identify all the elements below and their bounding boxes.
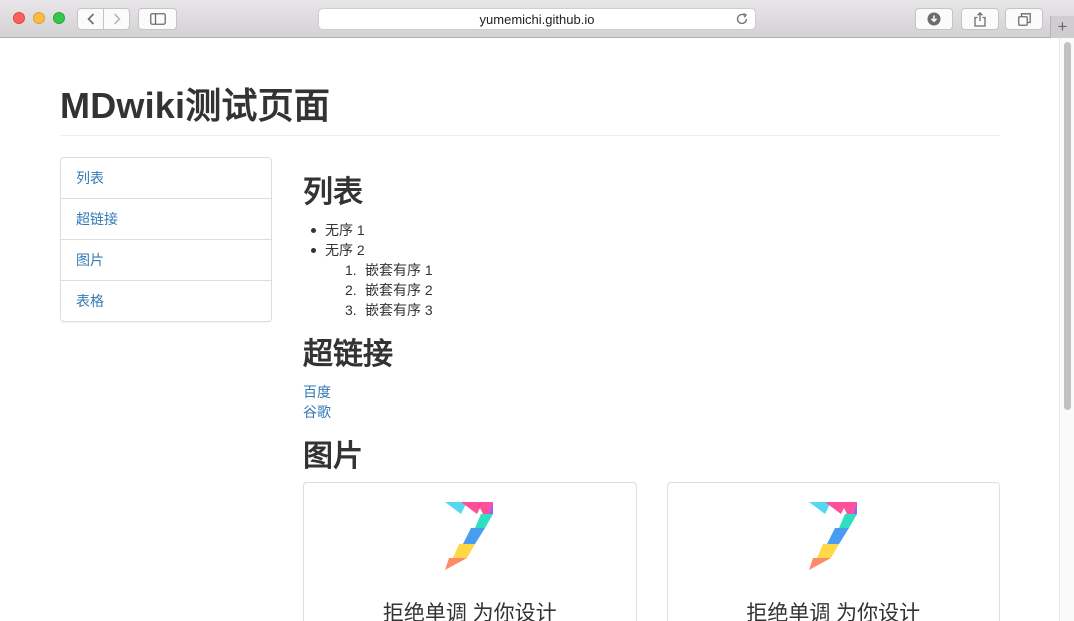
browser-toolbar: yumemichi.github.io + [0,0,1074,38]
chevron-left-icon [86,13,94,25]
seven-logo-icon [808,502,857,570]
sidebar-item-list[interactable]: 列表 [61,158,271,199]
ordered-text: 嵌套有序 1 [365,262,433,278]
sidebar-item-images[interactable]: 图片 [61,240,271,281]
page-title: MDwiki测试页面 [60,85,331,126]
ordered-text: 嵌套有序 3 [365,302,433,318]
image-caption: 拒绝单调 为你设计 [746,602,921,621]
image-card[interactable]: 拒绝单调 为你设计 [303,482,637,621]
list-item: 无序 1 [311,220,1000,240]
back-button[interactable] [77,8,104,30]
close-window-button[interactable] [13,12,25,24]
tabs-icon [1017,12,1031,26]
image-card[interactable]: 拒绝单调 为你设计 [666,482,1000,621]
main-content: 列表 无序 1 无序 2 1. 嵌套有序 1 2. 嵌套有序 2 3. 嵌套有序 3 … [303,174,1000,621]
sidebar-nav: 列表 超链接 图片 表格 [60,157,272,322]
new-tab-button[interactable]: + [1050,16,1074,38]
section-heading-links: 超链接 [303,338,393,371]
ordered-number: 2. [345,282,357,298]
download-icon [927,12,941,26]
title-divider [60,135,1000,136]
zoom-window-button[interactable] [53,12,65,24]
image-gallery: 拒绝单调 为你设计 拒绝单调 为你设计 [303,482,1000,621]
show-tabs-button[interactable] [1005,8,1043,30]
sidebar-icon [149,13,166,25]
address-text: yumemichi.github.io [479,11,595,27]
sidebar-item-table[interactable]: 表格 [61,281,271,321]
chevron-right-icon [113,13,121,25]
address-bar[interactable]: yumemichi.github.io [318,8,756,30]
ordered-text: 嵌套有序 2 [365,282,433,298]
link-baidu[interactable]: 百度 [303,382,1000,402]
web-page: MDwiki测试页面 列表 超链接 图片 表格 列表 无序 1 无序 2 1. 嵌… [0,39,1058,621]
ordered-list-item: 3. 嵌套有序 3 [345,300,1000,320]
downloads-button[interactable] [915,8,953,30]
ordered-number: 1. [345,262,357,278]
scrollbar-thumb[interactable] [1064,42,1071,410]
link-google[interactable]: 谷歌 [303,402,1000,422]
unordered-list: 无序 1 无序 2 1. 嵌套有序 1 2. 嵌套有序 2 3. 嵌套有序 3 [303,220,1000,320]
list-item-text: 无序 2 [325,242,365,258]
section-heading-list: 列表 [303,176,363,209]
ordered-list-item: 1. 嵌套有序 1 [345,260,1000,280]
section-heading-images: 图片 [303,440,363,473]
seven-logo-icon [445,502,493,570]
reload-icon[interactable] [735,12,749,26]
sidebar-toggle-button[interactable] [138,8,177,30]
vertical-scrollbar[interactable] [1059,38,1074,621]
forward-button[interactable] [103,8,130,30]
ordered-list-item: 2. 嵌套有序 2 [345,280,1000,300]
nested-ordered-list: 1. 嵌套有序 1 2. 嵌套有序 2 3. 嵌套有序 3 [325,260,1000,320]
minimize-window-button[interactable] [33,12,45,24]
image-caption: 拒绝单调 为你设计 [382,602,557,621]
list-item-with-nested: 无序 2 1. 嵌套有序 1 2. 嵌套有序 2 3. 嵌套有序 3 [311,240,1000,320]
ordered-number: 3. [345,302,357,318]
sidebar-item-links[interactable]: 超链接 [61,199,271,240]
share-icon [974,11,986,27]
share-button[interactable] [961,8,999,30]
